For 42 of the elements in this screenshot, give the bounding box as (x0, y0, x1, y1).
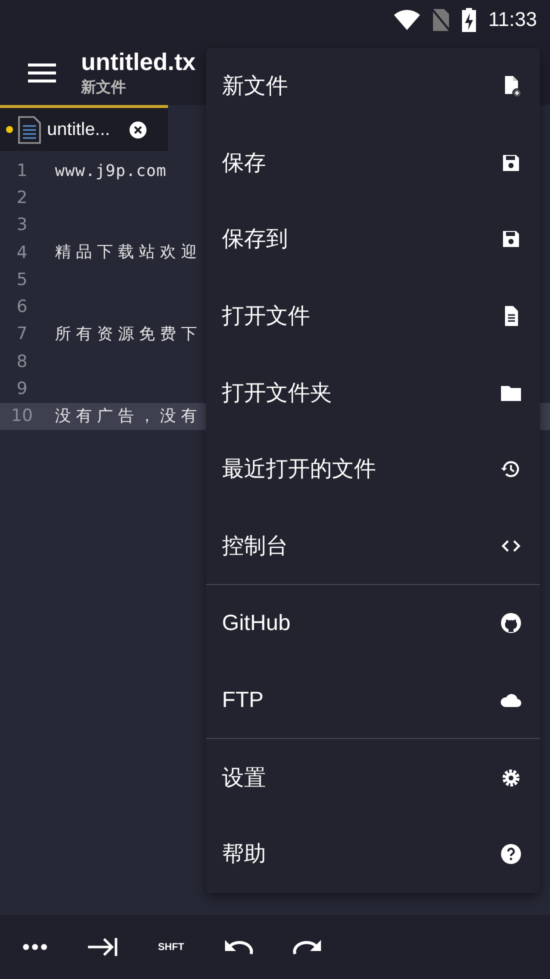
line-number: 2 (16, 188, 28, 208)
line-number: 6 (16, 297, 28, 318)
line-number: 4 (16, 242, 28, 263)
line-number: 3 (16, 215, 28, 236)
menu-item[interactable]: 新文件 (206, 48, 540, 125)
shift-key[interactable]: SHFT (137, 923, 205, 971)
file-subtitle: 新文件 (81, 78, 127, 96)
no-sim-icon (432, 8, 450, 32)
menu-item[interactable]: GitHub (206, 585, 540, 662)
wifi-icon (394, 9, 420, 31)
file-title: untitled.tx (81, 48, 196, 76)
code-line: 精品下载站欢迎 (55, 242, 202, 264)
tab-key-icon (88, 937, 118, 957)
line-number: 5 (16, 270, 28, 290)
text-file-icon (18, 116, 42, 144)
line-number: 10 (10, 406, 34, 426)
menu-button[interactable] (27, 60, 57, 84)
menu-item[interactable]: 控制台 (206, 508, 540, 584)
code-line: www.j9p.com (55, 161, 166, 180)
clock-time: 11:33 (488, 8, 537, 32)
github-icon (499, 611, 523, 636)
undo-icon (225, 938, 253, 956)
menu-item[interactable]: 打开文件 (206, 278, 540, 354)
close-icon[interactable] (129, 120, 148, 138)
code-line: 没有广告，没有 (55, 406, 202, 427)
code-line: 所有资源免费下 (55, 324, 202, 345)
redo-icon (293, 938, 321, 956)
menu-item[interactable]: 打开文件夹 (206, 354, 540, 431)
more-icon (23, 943, 47, 951)
line-number: 1 (16, 160, 28, 181)
battery-charging-icon (462, 8, 476, 32)
menu-item[interactable]: 帮助 (206, 816, 540, 893)
file-tab[interactable]: untitle... (0, 108, 168, 151)
menu-item[interactable]: 保存 (206, 124, 540, 202)
line-number: 7 (16, 324, 28, 344)
menu-item[interactable]: 最近打开的文件 (206, 430, 540, 508)
line-number: 8 (16, 352, 28, 372)
help-icon (499, 842, 523, 866)
line-number: 9 (16, 379, 28, 400)
menu-item[interactable]: FTP (206, 662, 540, 738)
menu-item[interactable]: 保存到 (206, 201, 540, 278)
menu-item[interactable]: 设置 (206, 739, 540, 816)
